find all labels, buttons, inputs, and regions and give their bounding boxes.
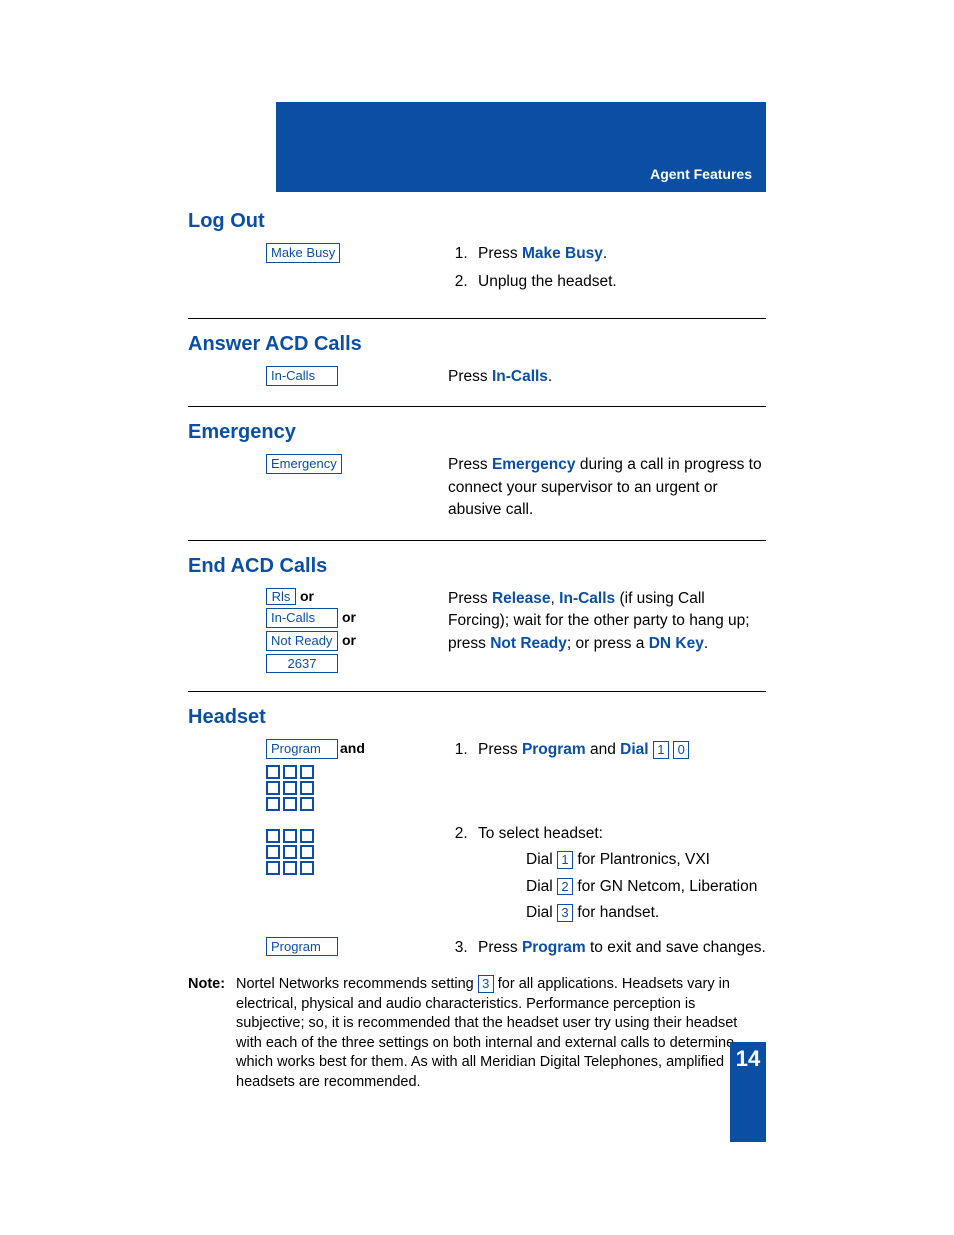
section-title-answer: Answer ACD Calls: [188, 333, 766, 356]
keypad-icon: [266, 765, 448, 811]
logout-step-2: Unplug the headset.: [472, 271, 766, 293]
divider: [188, 406, 766, 407]
emergency-key-col: Emergency: [188, 454, 448, 521]
logout-step-1: Press Make Busy.: [472, 243, 766, 265]
note-block: Note: Nortel Networks recommends setting…: [188, 975, 766, 1092]
digit-0-key: 0: [673, 741, 689, 759]
digit-2-key: 2: [557, 878, 573, 896]
headset-row-1: Programand Press Program and Dial 1 0: [188, 739, 766, 813]
or-label: or: [300, 588, 314, 604]
headset-step-2: To select headset: Dial 1 for Plantronic…: [448, 823, 766, 931]
note-label: Note:: [188, 976, 225, 992]
program-key-2: Program: [266, 937, 338, 957]
headset-key-col-2: [188, 823, 448, 931]
divider: [188, 318, 766, 319]
in-calls-keyword: In-Calls: [559, 590, 615, 607]
in-calls-keyword: In-Calls: [492, 368, 548, 385]
document-page: Agent Features Log Out Make Busy Press M…: [0, 0, 954, 1235]
headset-key-col-1: Programand: [188, 739, 448, 813]
section-title-end: End ACD Calls: [188, 555, 766, 578]
page-number-tab: 14: [730, 1042, 766, 1142]
logout-steps: Press Make Busy. Unplug the headset.: [448, 243, 766, 300]
emergency-text: Press Emergency during a call in progres…: [448, 454, 766, 521]
headset-option-2: Dial 2 for GN Netcom, Liberation: [526, 876, 766, 898]
make-busy-key: Make Busy: [266, 243, 340, 263]
logout-row: Make Busy Press Make Busy. Unplug the he…: [188, 243, 766, 300]
digit-1-key: 1: [557, 851, 573, 869]
program-keyword: Program: [522, 939, 586, 956]
or-label: or: [342, 609, 356, 625]
release-keyword: Release: [492, 590, 551, 607]
section-title-emergency: Emergency: [188, 421, 766, 444]
headset-row-2: To select headset: Dial 1 for Plantronic…: [188, 823, 766, 931]
headset-step-3: Press Program to exit and save changes.: [448, 937, 766, 965]
headset-key-col-3: Program: [188, 937, 448, 965]
end-text: Press Release, In-Calls (if using Call F…: [448, 588, 766, 673]
headset-option-3: Dial 3 for handset.: [526, 902, 766, 924]
or-label: or: [342, 632, 356, 648]
in-calls-key-2: In-Calls: [266, 608, 338, 628]
headset-option-1: Dial 1 for Plantronics, VXI: [526, 849, 766, 871]
in-calls-key: In-Calls: [266, 366, 338, 386]
not-ready-keyword: Not Ready: [490, 635, 567, 652]
make-busy-keyword: Make Busy: [522, 245, 603, 262]
emergency-row: Emergency Press Emergency during a call …: [188, 454, 766, 521]
end-key-col: Rlsor In-Callsor Not Readyor 2637: [188, 588, 448, 673]
section-title-logout: Log Out: [188, 210, 766, 233]
and-label: and: [340, 740, 365, 756]
not-ready-key: Not Ready: [266, 631, 338, 651]
program-keyword: Program: [522, 741, 586, 758]
header-bar: Agent Features: [276, 102, 766, 192]
headset-step-1: Press Program and Dial 1 0: [448, 739, 766, 813]
dial-keyword: Dial: [620, 741, 648, 758]
end-row: Rlsor In-Callsor Not Readyor 2637 Press …: [188, 588, 766, 673]
dn-key-keyword: DN Key: [649, 635, 704, 652]
answer-key-col: In-Calls: [188, 366, 448, 388]
divider: [188, 540, 766, 541]
content-area: Log Out Make Busy Press Make Busy. Unplu…: [188, 210, 766, 1093]
rls-key: Rls: [266, 588, 296, 606]
program-key: Program: [266, 739, 338, 759]
digit-1-key: 1: [653, 741, 669, 759]
digit-3-key: 3: [557, 904, 573, 922]
page-number: 14: [730, 1042, 766, 1072]
keypad-icon: [266, 829, 448, 875]
page-header-title: Agent Features: [650, 166, 752, 182]
section-title-headset: Headset: [188, 706, 766, 729]
logout-key-col: Make Busy: [188, 243, 448, 300]
emergency-key: Emergency: [266, 454, 342, 474]
digit-3-key: 3: [478, 975, 494, 993]
dn-key: 2637: [266, 654, 338, 674]
answer-text: Press In-Calls.: [448, 366, 766, 388]
divider: [188, 691, 766, 692]
headset-options: Dial 1 for Plantronics, VXI Dial 2 for G…: [526, 849, 766, 924]
headset-row-3: Program Press Program to exit and save c…: [188, 937, 766, 965]
emergency-keyword: Emergency: [492, 456, 576, 473]
answer-row: In-Calls Press In-Calls.: [188, 366, 766, 388]
